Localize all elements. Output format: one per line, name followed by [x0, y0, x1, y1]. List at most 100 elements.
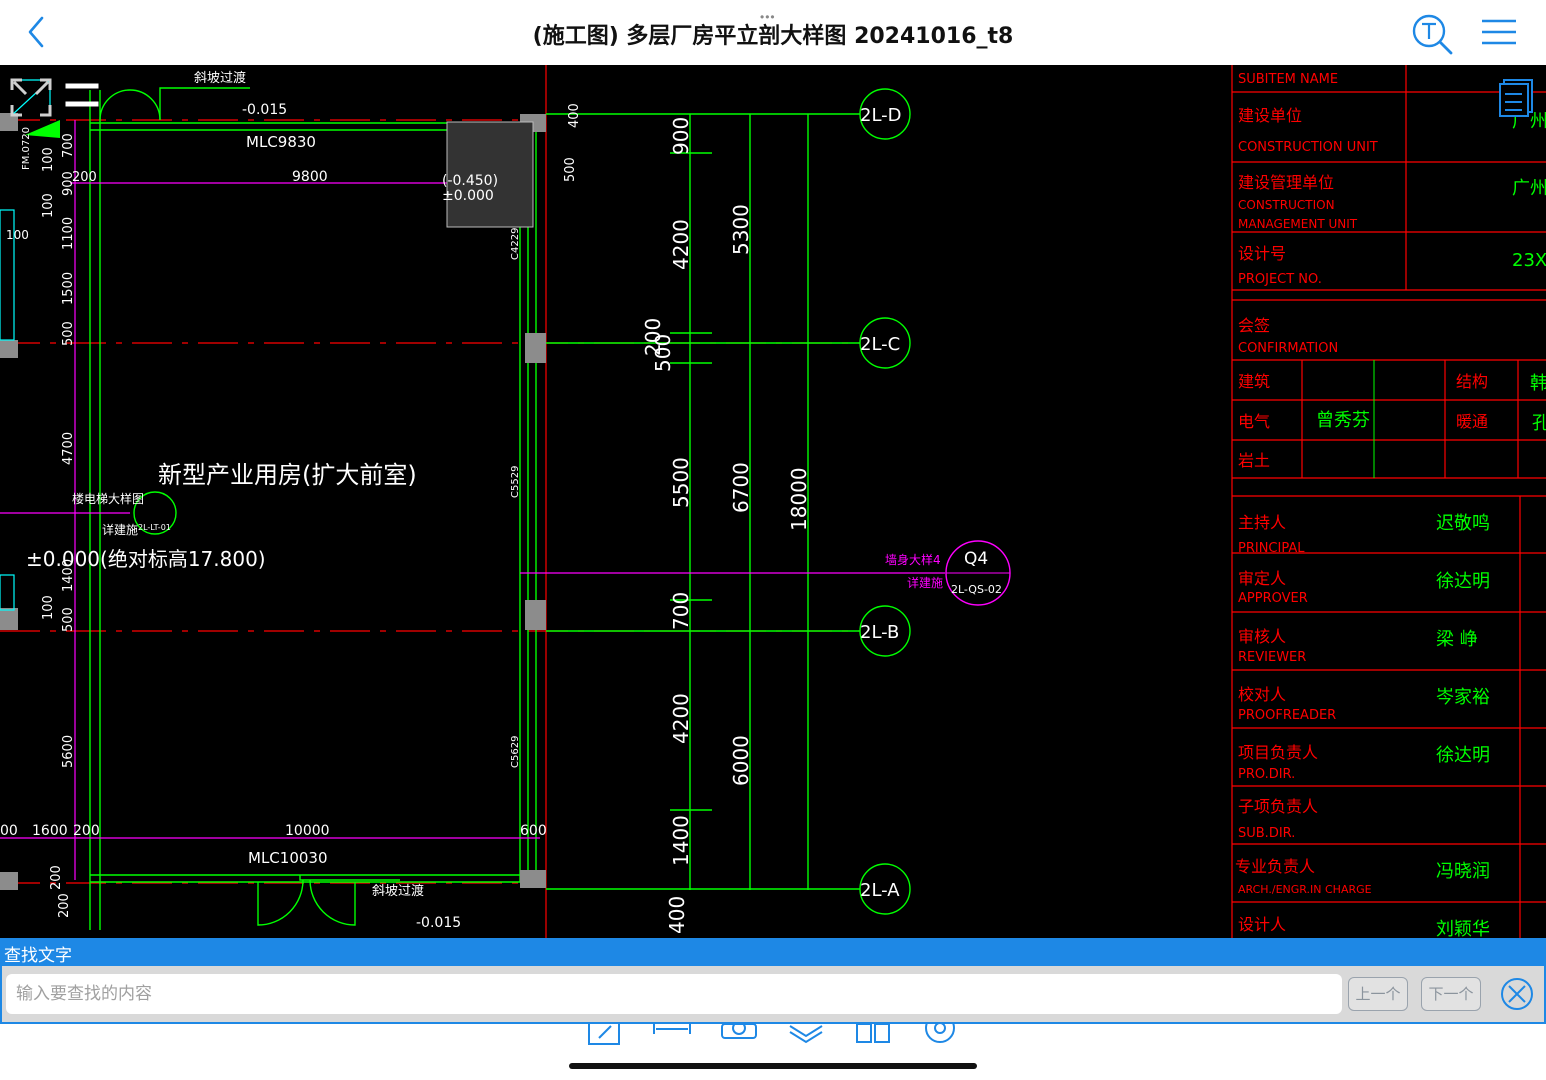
axis-label-a: 2L-A	[860, 880, 900, 901]
bottom-toolbar	[0, 1024, 1546, 1080]
dim-left-0: 700	[61, 133, 76, 158]
dim-left-7: 4700	[61, 432, 76, 465]
door-bottom-label: MLC10030	[248, 849, 328, 867]
tb-role-0-cn: 主持人	[1238, 513, 1286, 532]
split-view-icon[interactable]	[853, 1024, 893, 1048]
dim-left-bottom-1: 200	[57, 893, 72, 918]
find-text-panel: 查找文字 上一个 下一个	[0, 938, 1546, 1024]
dim-bottom-row-2: 200	[73, 823, 100, 839]
tb-mgmt-unit-en1: CONSTRUCTION	[1238, 198, 1335, 212]
slope-top-label: 斜坡过渡	[194, 70, 246, 86]
tb-role-1-name: 徐达明	[1436, 571, 1490, 592]
dim-right-7: 400	[665, 896, 689, 934]
tb-mgmt-unit-en2: MANAGEMENT UNIT	[1238, 217, 1358, 231]
axis-label-c: 2L-C	[860, 334, 900, 355]
tb-role-1-en: APPROVER	[1238, 591, 1308, 606]
dim-500-mid: 500	[651, 334, 675, 372]
tb-role-5-en: SUB.DIR.	[1238, 826, 1295, 841]
layers-icon[interactable]	[786, 1024, 826, 1048]
lift-detail-label: 楼电梯大样图	[72, 491, 144, 506]
markup-pen-icon[interactable]	[585, 1024, 625, 1048]
tb-role-0-name: 迟敬鸣	[1436, 513, 1490, 534]
dim-right-3: 5500	[669, 457, 693, 508]
find-panel-title: 查找文字	[4, 946, 72, 966]
tb-role-7-name: 刘颖华	[1436, 919, 1490, 938]
dim-right-5: 4200	[669, 693, 693, 744]
dim-bottom-row-1: 1600	[32, 823, 68, 839]
dim-right-col2-1: 6700	[729, 462, 753, 513]
tb-role-6-name: 冯晓润	[1436, 861, 1490, 882]
tb-role-7-cn: 设计人	[1238, 915, 1286, 934]
tb-construction-unit-cn: 建设单位	[1238, 106, 1302, 125]
tb-role-2-name: 梁 峥	[1436, 629, 1478, 650]
dim-bottom-row-0: 00	[0, 823, 18, 839]
dim-left-5: 1500	[61, 272, 76, 305]
camera-icon[interactable]	[719, 1024, 759, 1048]
tb-role-6-cn: 专业负责人	[1235, 857, 1315, 876]
find-next-button[interactable]: 下一个	[1421, 977, 1481, 1011]
find-text-input[interactable]	[6, 974, 1342, 1014]
level-top-label: -0.015	[242, 102, 287, 118]
tb-sign-elec: 电气	[1238, 412, 1270, 431]
cad-drawing-canvas[interactable]: 新型产业用房(扩大前室) ±0.000(绝对标高17.800) 斜坡过渡 斜坡过…	[0, 65, 1546, 938]
tb-role-3-name: 岑家裕	[1436, 687, 1490, 708]
tb-role-3-en: PROOFREADER	[1238, 708, 1336, 723]
find-panel-body: 上一个 下一个	[2, 966, 1544, 1022]
tb-role-4-cn: 项目负责人	[1238, 743, 1318, 762]
layers-panel-icon[interactable]	[1499, 79, 1533, 117]
dim-right-col2-2: 6000	[729, 735, 753, 786]
axis-label-d: 2L-D	[860, 105, 902, 126]
tb-sign-struct-val: 韩	[1530, 373, 1546, 394]
dim-400-top: 400	[567, 103, 582, 128]
tb-sign-arch: 建筑	[1238, 372, 1270, 391]
home-indicator[interactable]	[569, 1063, 977, 1069]
axis-label-b: 2L-B	[860, 622, 899, 643]
dim-right-0: 900	[669, 117, 693, 155]
measure-icon[interactable]	[652, 1024, 692, 1048]
dim-600: 600	[520, 823, 547, 839]
dim-100-left: 100	[6, 228, 29, 242]
tb-subitem-name: SUBITEM NAME	[1238, 72, 1338, 87]
text-search-icon[interactable]	[1410, 12, 1454, 56]
tb-role-0-en: PRINCIPAL	[1238, 541, 1305, 556]
dim-right-4: 700	[669, 592, 693, 630]
dim-bottom-width: 10000	[285, 823, 330, 839]
wall-detail-id: 2L-QS-02	[951, 583, 1002, 596]
tb-sign-hvac-val: 孔	[1532, 413, 1546, 434]
settings-gear-icon[interactable]	[920, 1024, 960, 1048]
tb-sign-struct: 结构	[1456, 372, 1488, 391]
tb-project-no-en: PROJECT NO.	[1238, 272, 1322, 287]
tb-role-6-en: ARCH./ENGR.IN CHARGE	[1238, 883, 1372, 896]
tb-mgmt-unit-cn: 建设管理单位	[1238, 173, 1334, 192]
find-prev-button[interactable]: 上一个	[1348, 977, 1408, 1011]
slope-bottom-label: 斜坡过渡	[372, 883, 424, 899]
wall-detail-label: 墙身大样4	[885, 552, 941, 567]
dim-right-6: 1400	[669, 815, 693, 866]
fm-label: FM.0720	[21, 127, 32, 170]
dim-left-3: 100	[41, 193, 56, 218]
close-circle-icon[interactable]	[1499, 976, 1535, 1012]
tb-project-no-val: 23X	[1512, 250, 1546, 271]
dim-left-6: 500	[61, 321, 76, 346]
tb-sign-geo: 岩土	[1238, 451, 1270, 470]
dim-500-top: 500	[563, 157, 578, 182]
dim-left-2: 900	[61, 171, 76, 196]
tb-role-4-name: 徐达明	[1436, 745, 1490, 766]
dim-left-10: 500	[61, 607, 76, 632]
tb-confirmation-en: CONFIRMATION	[1238, 341, 1338, 356]
tb-role-2-en: REVIEWER	[1238, 650, 1306, 665]
menu-icon[interactable]	[1480, 16, 1518, 48]
document-title: (施工图) 多层厂房平立剖大样图 20241016_t8	[532, 24, 1014, 49]
lift-detail-id: 2L-LT-01	[138, 523, 171, 532]
dim-top-width: 9800	[292, 169, 328, 185]
cad-drawing[interactable]: 新型产业用房(扩大前室) ±0.000(绝对标高17.800) 斜坡过渡 斜坡过…	[0, 65, 1546, 938]
tb-construction-unit-en: CONSTRUCTION UNIT	[1238, 140, 1378, 155]
tb-sign-hvac: 暖通	[1456, 412, 1488, 431]
lift-detail-ref: 详建施	[102, 522, 138, 537]
dim-left-8: 1400	[61, 559, 76, 592]
tb-role-5-cn: 子项负责人	[1238, 797, 1318, 816]
tb-confirmation-cn: 会签	[1238, 316, 1270, 335]
dim-left-bottom-0: 200	[49, 865, 64, 890]
door-top-label: MLC9830	[246, 133, 316, 151]
tb-role-4-en: PRO.DIR.	[1238, 767, 1295, 782]
